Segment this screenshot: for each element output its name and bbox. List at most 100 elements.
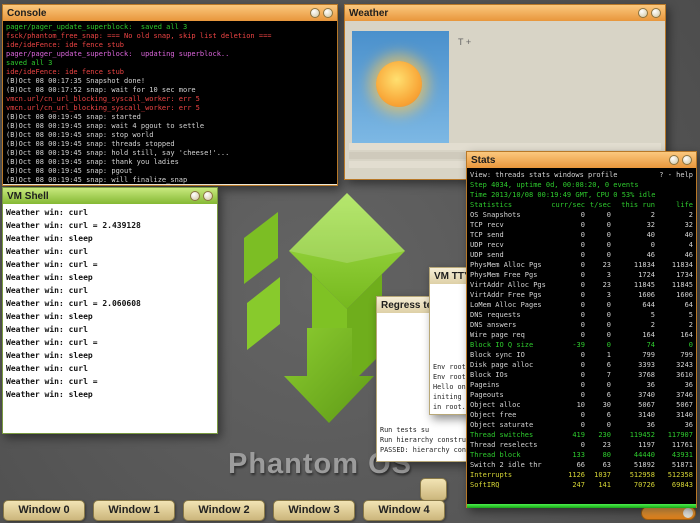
sun-icon — [376, 61, 422, 107]
stats-row: Pageouts0637403746 — [470, 390, 693, 400]
window-vm-shell: VM Shell Weather win: curlWeather win: c… — [2, 187, 218, 434]
shell-line: Weather win: curl — [6, 323, 214, 336]
console-line: ide/ideFence: ide fence stub — [6, 68, 334, 77]
taskbar-button[interactable]: Window 2 — [183, 500, 265, 521]
stats-row: PhysMem Free Pgs0317241734 — [470, 270, 693, 280]
console-line: ide/ideFence: ide fence stub — [6, 41, 334, 50]
taskbar-button[interactable]: Window 3 — [273, 500, 355, 521]
toggle-knob-icon — [683, 508, 693, 518]
stats-row: OS Snapshots0022 — [470, 210, 693, 220]
stats-progress-bar — [467, 504, 696, 508]
minimize-button[interactable] — [669, 155, 679, 165]
shell-line: Weather win: curl = — [6, 336, 214, 349]
shell-line: Weather win: sleep — [6, 310, 214, 323]
console-line: vmcn.url/cn_url_blocking_syscall_worker:… — [6, 104, 334, 113]
console-line: saved all 3 — [6, 59, 334, 68]
console-body[interactable]: pager/pager_update_superblock: saved all… — [3, 21, 337, 184]
console-titlebar[interactable]: Console — [3, 5, 337, 21]
stats-row: Interrupts11261037512958512358 — [470, 470, 693, 480]
window-stats: Stats View: threads stats windows profil… — [466, 151, 697, 508]
window-console: Console pager/pager_update_superblock: s… — [2, 4, 338, 186]
stats-row: DNS answers0022 — [470, 320, 693, 330]
stats-titlebar[interactable]: Stats — [467, 152, 696, 168]
console-title: Console — [7, 8, 307, 19]
stats-column-header: Statistics curr/sec t/sec this run life — [470, 200, 693, 210]
weather-title: Weather — [349, 8, 635, 19]
console-line: pager/pager_update_superblock: saved all… — [6, 23, 334, 32]
stats-row: Pageins003636 — [470, 380, 693, 390]
shell-line: Weather win: curl = — [6, 258, 214, 271]
desktop: Phantom OS Regress te Run tests suRun hi… — [0, 0, 700, 523]
shell-line: Weather win: sleep — [6, 388, 214, 401]
stats-row: PhysMem Alloc Pgs0231183411834 — [470, 260, 693, 270]
stats-row: Block IO Q size-390740 — [470, 340, 693, 350]
console-line: (B)Oct 08 00:19:45 snap: thank you ladie… — [6, 158, 334, 167]
stats-row: Wire page req00164164 — [470, 330, 693, 340]
stats-row: DNS requests0055 — [470, 310, 693, 320]
shell-line: Weather win: sleep — [6, 271, 214, 284]
console-line: (B)Oct 08 00:19:45 snap: threads stopped — [6, 140, 334, 149]
shell-line: Weather win: curl — [6, 245, 214, 258]
console-line: (B)Oct 08 00:19:45 snap: stop world — [6, 131, 334, 140]
console-line: vmcn.url/cn_url_blocking_syscall_worker:… — [6, 95, 334, 104]
weather-sky-image — [352, 31, 449, 143]
stats-row: Switch 2 idle thr66635189251871 — [470, 460, 693, 470]
shell-line: Weather win: curl = 2.060608 — [6, 297, 214, 310]
vm-shell-titlebar[interactable]: VM Shell — [3, 188, 217, 204]
stats-header-line: Step 4034, uptime 0d, 00:08:20, 0 events — [470, 180, 693, 190]
shell-line: Weather win: sleep — [6, 232, 214, 245]
shell-line: Weather win: curl = — [6, 375, 214, 388]
stats-header-line: View: threads stats windows profile? - h… — [470, 170, 693, 180]
stats-row: Object saturate003636 — [470, 420, 693, 430]
shell-line: Weather win: curl — [6, 362, 214, 375]
minimize-button[interactable] — [638, 8, 648, 18]
console-line: (B)Oct 08 00:19:45 snap: pgout — [6, 167, 334, 176]
minimize-button[interactable] — [190, 191, 200, 201]
stats-row: Block sync IO01799799 — [470, 350, 693, 360]
stats-row: Object free0631403140 — [470, 410, 693, 420]
close-button[interactable] — [203, 191, 213, 201]
weather-note: T + — [458, 37, 471, 47]
stats-row: Thread reselects023119711761 — [470, 440, 693, 450]
stats-row: VirtAddr Free Pgs0316061606 — [470, 290, 693, 300]
stats-header: View: threads stats windows profile? - h… — [470, 170, 693, 200]
stats-row: VirtAddr Alloc Pgs0231184511845 — [470, 280, 693, 290]
console-line: (B)Oct 08 00:19:45 snap: wait 4 pgout to… — [6, 122, 334, 131]
stats-header-line: Time 2013/10/08 00:19:49 GMT, CPU 0 53% … — [470, 190, 693, 200]
weather-titlebar[interactable]: Weather — [345, 5, 665, 21]
shell-line: Weather win: curl — [6, 284, 214, 297]
taskbar-button[interactable]: Window 1 — [93, 500, 175, 521]
stats-title: Stats — [471, 155, 666, 166]
vm-shell-body[interactable]: Weather win: curlWeather win: curl = 2.4… — [3, 204, 217, 433]
console-line: fsck/phantom_free_snap: === No old snap,… — [6, 32, 334, 41]
taskbar-button[interactable]: Window 4 — [363, 500, 445, 521]
minimize-button[interactable] — [310, 8, 320, 18]
stats-row: UDP recv0004 — [470, 240, 693, 250]
close-button[interactable] — [323, 8, 333, 18]
shell-line: Weather win: sleep — [6, 349, 214, 362]
stats-row: TCP recv003232 — [470, 220, 693, 230]
console-line: (B)Oct 08 00:19:45 snap: will finalize_s… — [6, 176, 334, 184]
stats-row: Object alloc103050675067 — [470, 400, 693, 410]
stats-row: Thread switches419230119452117907 — [470, 430, 693, 440]
taskbar-button[interactable]: Window 0 — [3, 500, 85, 521]
console-line: (B)Oct 08 00:17:52 snap: wait for 10 sec… — [6, 86, 334, 95]
console-line: pager/pager_update_superblock: updating … — [6, 50, 334, 59]
console-line: (B)Oct 08 00:19:45 snap: hold still, say… — [6, 149, 334, 158]
close-button[interactable] — [682, 155, 692, 165]
shell-line: Weather win: curl — [6, 206, 214, 219]
close-button[interactable] — [651, 8, 661, 18]
shell-line: Weather win: curl = 2.439128 — [6, 219, 214, 232]
stats-row: UDP send004646 — [470, 250, 693, 260]
stats-row: Block IOs0737683610 — [470, 370, 693, 380]
power-toggle[interactable] — [641, 506, 696, 520]
stats-table: OS Snapshots0022TCP recv003232TCP send00… — [470, 210, 693, 490]
stats-body[interactable]: View: threads stats windows profile? - h… — [467, 168, 696, 508]
stats-row: Thread block133804444043931 — [470, 450, 693, 460]
stats-row: LoMem Alloc Pages0064464 — [470, 300, 693, 310]
console-line: (B)Oct 08 00:19:45 snap: started — [6, 113, 334, 122]
console-line: (B)Oct 08 00:17:35 Snapshot done! — [6, 77, 334, 86]
stats-row: TCP send004040 — [470, 230, 693, 240]
stats-row: SoftIRQ2471417072669843 — [470, 480, 693, 490]
stats-row: Disk page alloc0633933243 — [470, 360, 693, 370]
